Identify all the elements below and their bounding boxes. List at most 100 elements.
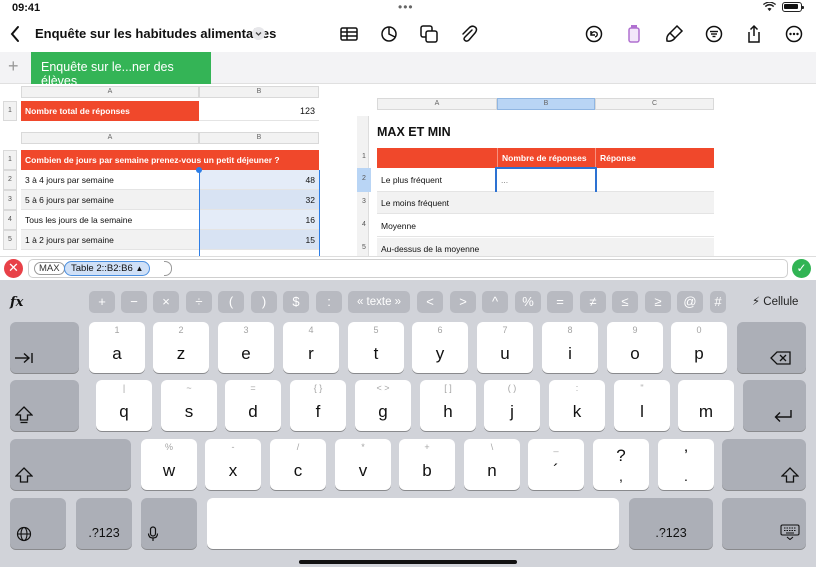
home-indicator[interactable] <box>299 560 517 564</box>
key-i[interactable]: 8i <box>542 322 598 373</box>
operator-key[interactable]: $ <box>283 291 309 313</box>
operator-key[interactable]: ) <box>251 291 277 313</box>
key-b[interactable]: + b <box>399 439 455 490</box>
table1-label-cell[interactable]: Nombre total de réponses <box>21 101 199 121</box>
key-x[interactable]: -x <box>205 439 261 490</box>
table3-answer-cell[interactable] <box>595 168 714 192</box>
key-s[interactable]: ~ s <box>161 380 217 431</box>
operator-key[interactable]: ( <box>218 291 244 313</box>
key-q[interactable]: | q <box>96 380 152 431</box>
space-bar[interactable] <box>207 498 619 549</box>
table2-row-number[interactable]: 4 <box>3 210 17 230</box>
dictation-key[interactable] <box>141 498 197 549</box>
table2-label-cell[interactable]: 1 à 2 jours par semaine <box>21 230 199 250</box>
title-menu-chevron-icon[interactable] <box>252 27 265 40</box>
table3-label-cell[interactable]: Moyenne <box>377 215 714 237</box>
globe-key[interactable] <box>10 498 66 549</box>
operator-key[interactable]: ≤ <box>612 291 638 313</box>
table2-column-a-header[interactable]: A <box>21 132 199 144</box>
table-icon[interactable] <box>338 23 360 45</box>
accept-formula-button[interactable]: ✓ <box>792 259 811 278</box>
key-e[interactable]: 3e <box>218 322 274 373</box>
table3-label-cell[interactable]: Le moins fréquent <box>377 192 714 214</box>
key-m[interactable]: m <box>678 380 734 431</box>
table2-value-cell[interactable]: 32 <box>199 190 319 210</box>
table1-column-a-header[interactable]: A <box>21 86 199 98</box>
key-r[interactable]: 4r <box>283 322 339 373</box>
multitasking-dots-icon[interactable]: ••• <box>398 0 414 14</box>
key-t[interactable]: 5t <box>348 322 404 373</box>
table2-row-number[interactable]: 1 <box>3 150 17 170</box>
table2-value-cell[interactable]: 15 <box>199 230 319 250</box>
table3-row-number[interactable]: 3 <box>357 192 371 214</box>
operator-key[interactable]: : <box>316 291 342 313</box>
operator-key[interactable]: ≥ <box>645 291 671 313</box>
sheet-tab[interactable]: Enquête sur le...ner des élèves <box>31 52 211 88</box>
formula-editor[interactable]: MAX Table 2::B2:B6 ▲ <box>28 259 788 278</box>
document-title[interactable]: Enquête sur les habitudes alimentaires <box>35 26 276 41</box>
return-key[interactable] <box>743 380 806 431</box>
more-options-icon[interactable] <box>783 23 805 45</box>
key-k[interactable]: :k <box>549 380 605 431</box>
operator-key[interactable]: − <box>121 291 147 313</box>
operator-key[interactable]: % <box>515 291 541 313</box>
operator-key[interactable]: = <box>547 291 573 313</box>
key-h[interactable]: [ ] h <box>420 380 476 431</box>
table3-title[interactable]: MAX ET MIN <box>377 125 451 139</box>
table3-column-c-header[interactable]: C <box>595 98 714 110</box>
numbers-key-left[interactable]: .?123 <box>76 498 132 549</box>
shapes-icon[interactable] <box>418 23 440 45</box>
table2-label-cell[interactable]: Tous les jours de la semaine <box>21 210 199 230</box>
key-c[interactable]: / c <box>270 439 326 490</box>
tab-key[interactable] <box>10 322 79 373</box>
organize-icon[interactable] <box>703 23 725 45</box>
key-z[interactable]: 2z <box>153 322 209 373</box>
table2-row-number[interactable]: 5 <box>3 230 17 250</box>
caps-lock-key[interactable] <box>10 380 79 431</box>
shift-key-left[interactable] <box>10 439 131 490</box>
operator-key[interactable]: # <box>710 291 726 313</box>
range-token[interactable]: Table 2::B2:B6 ▲ <box>64 261 151 276</box>
operator-key[interactable]: < <box>417 291 443 313</box>
table2-value-cell[interactable]: 48 <box>199 170 319 190</box>
table3-header-a[interactable] <box>377 148 497 168</box>
text-operator-key[interactable]: « texte » <box>348 291 410 313</box>
table2-label-cell[interactable]: 3 à 4 jours par semaine <box>21 170 199 190</box>
chart-icon[interactable] <box>378 23 400 45</box>
table2-value-cell[interactable]: 16 <box>199 210 319 230</box>
table3-column-b-header[interactable]: B <box>497 98 595 110</box>
key-d[interactable]: = d <box>225 380 281 431</box>
table1-value-cell[interactable]: 123 <box>199 101 319 121</box>
fx-icon[interactable]: fx <box>10 295 23 310</box>
key-y[interactable]: 6y <box>412 322 468 373</box>
key-question-comma[interactable]: ,? <box>593 439 649 490</box>
key-p[interactable]: 0p <box>671 322 727 373</box>
table3-header-c[interactable]: Réponse <box>595 148 714 168</box>
key-g[interactable]: < > g <box>355 380 411 431</box>
shift-key-right[interactable] <box>722 439 806 490</box>
share-icon[interactable] <box>743 23 765 45</box>
key-apostrophe-period[interactable]: .’ <box>658 439 714 490</box>
table2-row-number[interactable]: 3 <box>3 190 17 210</box>
table3-label-cell[interactable]: Au-dessus de la moyenne <box>377 238 714 256</box>
key-o[interactable]: 9o <box>607 322 663 373</box>
key-u[interactable]: 7u <box>477 322 533 373</box>
operator-key[interactable]: > <box>450 291 476 313</box>
back-chevron-icon[interactable] <box>6 23 24 45</box>
operator-key[interactable]: × <box>153 291 179 313</box>
function-token[interactable]: MAX <box>34 262 65 275</box>
delete-key[interactable] <box>737 322 806 373</box>
operator-key[interactable]: ^ <box>482 291 508 313</box>
key-n[interactable]: \ n <box>464 439 520 490</box>
key-w[interactable]: % w <box>141 439 197 490</box>
format-brush-icon[interactable] <box>623 23 645 45</box>
spreadsheet-canvas[interactable]: A B 1 Nombre total de réponses 123 A B 1… <box>0 84 816 256</box>
key-v[interactable]: * v <box>335 439 391 490</box>
table3-label-cell[interactable]: Le plus fréquent <box>377 168 497 192</box>
operator-key[interactable]: + <box>89 291 115 313</box>
range-token-arrow-icon[interactable]: ▲ <box>135 264 143 273</box>
key-a[interactable]: 1a <box>89 322 145 373</box>
add-sheet-icon[interactable]: + <box>8 56 19 77</box>
operator-key[interactable]: @ <box>677 291 703 313</box>
range-selection-handle[interactable] <box>196 167 202 173</box>
